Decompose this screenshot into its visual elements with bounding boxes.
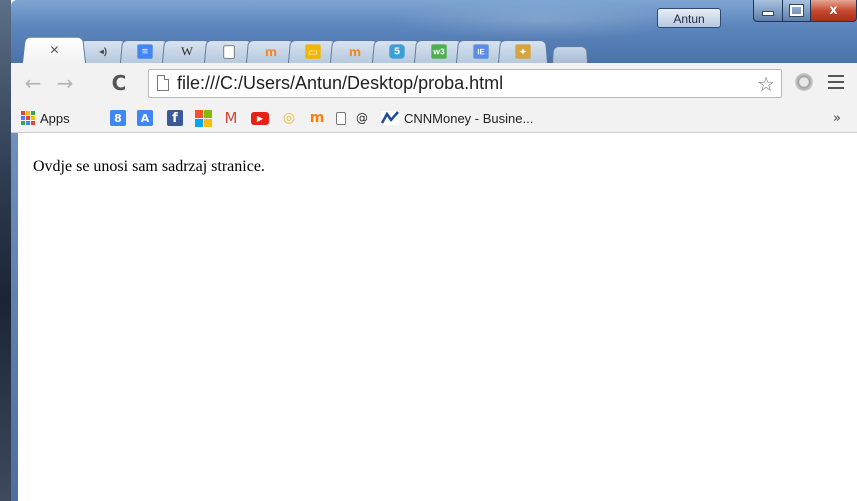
window-controls: x	[753, 0, 857, 22]
tab-puzzle[interactable]: ✦	[498, 40, 548, 63]
bookmark-lollipop[interactable]: ◎	[281, 109, 297, 127]
new-tab-button[interactable]	[552, 46, 588, 63]
bookmark-moodle[interactable]: m	[309, 109, 325, 127]
translate-icon: A	[137, 110, 153, 126]
speaker-icon: ◂)	[98, 46, 108, 57]
bookmark-google-plus[interactable]: 8	[110, 109, 126, 127]
apps-grid-icon	[21, 111, 35, 125]
page-content: Ovdje se unosi sam sadrzaj stranice.	[21, 133, 857, 501]
forward-button[interactable]: →	[53, 71, 77, 95]
minimize-icon	[762, 11, 774, 16]
lollipop-icon: ◎	[282, 110, 296, 126]
minimize-button[interactable]	[753, 0, 783, 22]
tab-active[interactable]: ×	[22, 36, 86, 63]
facebook-icon: f	[167, 110, 183, 126]
microsoft-icon	[195, 110, 212, 127]
bookmark-blank-page[interactable]	[336, 109, 346, 127]
cnnmoney-icon	[381, 111, 399, 125]
bookmark-translate[interactable]: A	[137, 109, 153, 127]
puzzle-icon: ✦	[515, 44, 531, 59]
google-plus-icon: 8	[110, 110, 126, 126]
bookmark-cnnmoney[interactable]: CNNMoney - Busine...	[381, 109, 533, 127]
bookmark-star-icon[interactable]: ☆	[757, 72, 775, 96]
browser-window: Antun x × ◂) ≡ W m ▭ m 5 w3 IE ✦ ← → C f…	[0, 0, 857, 501]
bookmarks-bar: Apps 8 A f M ▶ ◎ m @ CNNMoney - Busine..…	[11, 103, 857, 133]
extension-icon[interactable]	[795, 73, 813, 91]
page-text: Ovdje se unosi sam sadrzaj stranice.	[33, 158, 265, 175]
google-slides-icon: ▭	[305, 44, 321, 59]
bookmark-youtube[interactable]: ▶	[251, 109, 269, 127]
address-bar[interactable]: file:///C:/Users/Antun/Desktop/proba.htm…	[148, 69, 782, 98]
extension-icon: IE	[473, 44, 489, 59]
gmail-icon: M	[224, 109, 238, 127]
maximize-button[interactable]	[783, 0, 811, 22]
back-button[interactable]: ←	[21, 71, 45, 95]
moodle-icon: m	[265, 44, 277, 59]
bookmark-gmail[interactable]: M	[223, 109, 239, 127]
close-icon: x	[829, 3, 838, 18]
more-bookmarks-icon[interactable]: »	[833, 111, 841, 126]
close-button[interactable]: x	[811, 0, 857, 22]
bookmark-microsoft[interactable]	[195, 109, 212, 127]
at-icon: @	[356, 111, 368, 125]
tab-close-icon[interactable]: ×	[49, 43, 59, 56]
reload-button[interactable]: C	[107, 71, 131, 95]
desktop-background	[0, 0, 11, 501]
w3schools-icon: w3	[431, 44, 447, 59]
window-frame-left	[11, 133, 18, 501]
apps-label: Apps	[40, 110, 70, 126]
cnnmoney-label: CNNMoney - Busine...	[404, 110, 534, 126]
page-icon	[223, 44, 235, 59]
google-docs-icon: ≡	[137, 44, 153, 59]
tab-strip: × ◂) ≡ W m ▭ m 5 w3 IE ✦	[22, 32, 588, 63]
maximize-icon	[790, 5, 803, 16]
bookmark-facebook[interactable]: f	[167, 109, 183, 127]
menu-icon[interactable]	[828, 71, 844, 93]
url-text[interactable]: file:///C:/Users/Antun/Desktop/proba.htm…	[177, 73, 503, 94]
moodle-icon: m	[309, 110, 325, 126]
toolbar: ← → C file:///C:/Users/Antun/Desktop/pro…	[11, 63, 857, 103]
youtube-icon: ▶	[251, 111, 269, 125]
wikipedia-icon: W	[181, 44, 193, 58]
bookmark-at[interactable]: @	[354, 109, 370, 127]
page-icon	[336, 111, 346, 125]
moodle-icon: m	[349, 44, 361, 59]
page-icon	[157, 75, 169, 91]
html5-icon: 5	[389, 44, 405, 59]
bookmark-apps[interactable]: Apps	[21, 109, 70, 127]
profile-button[interactable]: Antun	[657, 8, 721, 28]
